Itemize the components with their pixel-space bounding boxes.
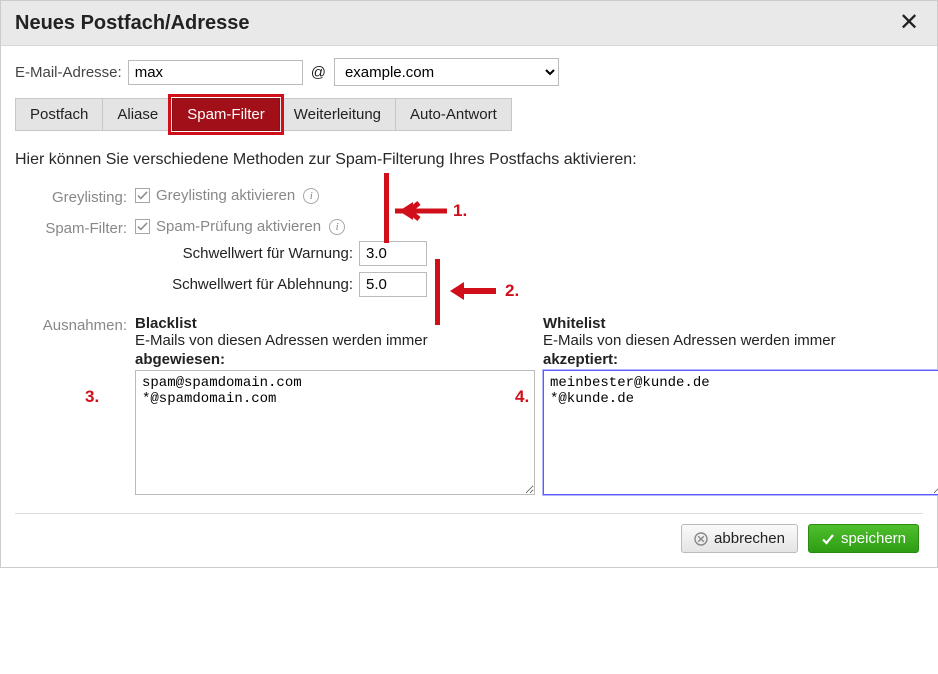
- save-button[interactable]: speichern: [808, 524, 919, 553]
- checkmark-icon: [137, 190, 148, 201]
- threshold-reject-input[interactable]: [359, 272, 427, 297]
- greylisting-checkbox[interactable]: [135, 188, 150, 203]
- spamfilter-checkbox-label: Spam-Prüfung aktivieren: [156, 218, 321, 235]
- email-label: E-Mail-Adresse:: [15, 64, 122, 81]
- tab-weiterleitung[interactable]: Weiterleitung: [279, 98, 396, 131]
- whitelist-textarea[interactable]: [543, 370, 938, 495]
- dialog: Neues Postfach/Adresse ✕ E-Mail-Adresse:…: [0, 0, 938, 568]
- blacklist-sub1: E-Mails von diesen Adressen werden immer: [135, 332, 535, 349]
- email-row: E-Mail-Adresse: @ example.com: [15, 58, 923, 86]
- whitelist-sub2: akzeptiert:: [543, 351, 618, 368]
- tab-spam-filter[interactable]: Spam-Filter: [172, 98, 280, 131]
- cancel-button[interactable]: abbrechen: [681, 524, 798, 553]
- threshold-warn-input[interactable]: [359, 241, 427, 266]
- greylisting-checkbox-label: Greylisting aktivieren: [156, 187, 295, 204]
- dialog-content: E-Mail-Adresse: @ example.com Postfach A…: [1, 46, 937, 567]
- blacklist-sub2: abgewiesen:: [135, 351, 225, 368]
- greylisting-row: Greylisting aktivieren i: [135, 187, 938, 204]
- blacklist-col: Blacklist E-Mails von diesen Adressen we…: [135, 315, 535, 499]
- form-grid: Greylisting: Greylisting aktivieren i Sp…: [15, 187, 923, 499]
- close-icon: ✕: [899, 9, 919, 36]
- threshold-warn-row: Schwellwert für Warnung:: [135, 241, 938, 266]
- email-domain-select[interactable]: example.com: [334, 58, 559, 86]
- exceptions-row: Blacklist E-Mails von diesen Adressen we…: [135, 315, 938, 499]
- spamfilter-row: Spam-Prüfung aktivieren i: [135, 218, 938, 235]
- exceptions-label: Ausnahmen:: [15, 315, 127, 334]
- threshold-warn-label: Schwellwert für Warnung:: [135, 245, 353, 262]
- cancel-icon: [694, 532, 708, 546]
- whitelist-col: Whitelist E-Mails von diesen Adressen we…: [543, 315, 938, 499]
- cancel-label: abbrechen: [714, 530, 785, 547]
- tab-auto-antwort[interactable]: Auto-Antwort: [395, 98, 512, 131]
- spamfilter-label: Spam-Filter:: [15, 218, 127, 237]
- whitelist-title: Whitelist: [543, 315, 938, 332]
- threshold-reject-row: Schwellwert für Ablehnung:: [135, 272, 938, 297]
- close-button[interactable]: ✕: [895, 11, 923, 35]
- threshold-reject-label: Schwellwert für Ablehnung:: [135, 276, 353, 293]
- tab-postfach[interactable]: Postfach: [15, 98, 103, 131]
- info-icon[interactable]: i: [303, 188, 319, 204]
- footer: abbrechen speichern: [15, 524, 923, 553]
- blacklist-textarea[interactable]: [135, 370, 535, 495]
- dialog-title: Neues Postfach/Adresse: [15, 12, 250, 35]
- tabs: Postfach Aliase Spam-Filter Weiterleitun…: [15, 98, 923, 131]
- email-localpart-input[interactable]: [128, 60, 303, 85]
- blacklist-title: Blacklist: [135, 315, 535, 332]
- whitelist-sub1: E-Mails von diesen Adressen werden immer: [543, 332, 938, 349]
- greylisting-label: Greylisting:: [15, 187, 127, 206]
- info-icon[interactable]: i: [329, 219, 345, 235]
- tab-aliase[interactable]: Aliase: [102, 98, 173, 131]
- check-icon: [821, 532, 835, 546]
- at-sign: @: [311, 64, 326, 81]
- spamfilter-checkbox[interactable]: [135, 219, 150, 234]
- annotation-3: 3.: [85, 387, 99, 407]
- save-label: speichern: [841, 530, 906, 547]
- checkmark-icon: [137, 221, 148, 232]
- titlebar: Neues Postfach/Adresse ✕: [1, 1, 937, 46]
- description-text: Hier können Sie verschiedene Methoden zu…: [15, 151, 923, 169]
- separator: [15, 513, 923, 514]
